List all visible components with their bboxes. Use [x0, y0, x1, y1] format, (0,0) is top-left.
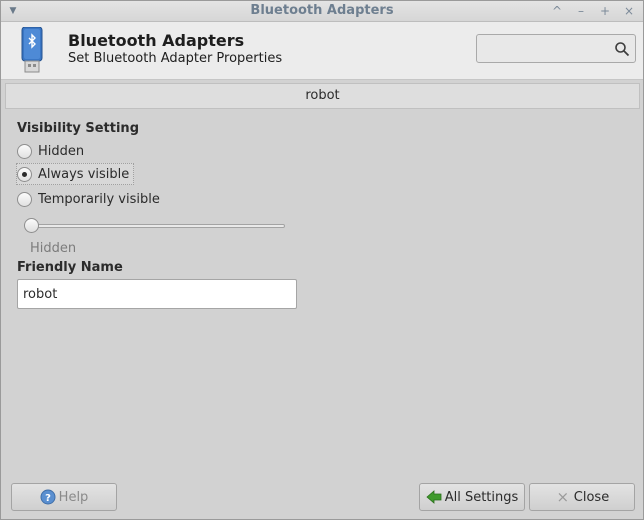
svg-text:?: ? — [45, 493, 51, 504]
back-arrow-icon — [426, 490, 442, 504]
search-input[interactable] — [476, 34, 636, 63]
header: Bluetooth Adapters Set Bluetooth Adapter… — [1, 22, 643, 80]
slider-value-label: Hidden — [30, 241, 77, 256]
friendly-name-field[interactable] — [17, 279, 297, 309]
title-bar: ▼ Bluetooth Adapters ^ – + × — [1, 1, 643, 22]
bluetooth-adapters-window: ▼ Bluetooth Adapters ^ – + × Bluetooth A… — [0, 0, 644, 520]
radio-label: Always visible — [38, 166, 130, 182]
radio-hidden[interactable] — [17, 143, 32, 159]
close-button[interactable]: × Close — [529, 483, 635, 511]
radio-temporarily-visible[interactable] — [17, 191, 32, 207]
help-button[interactable]: ? Help — [11, 483, 117, 511]
search-icon — [615, 42, 630, 57]
close-window-icon[interactable]: × — [623, 3, 635, 19]
radio-label: Hidden — [38, 143, 85, 159]
friendly-name-title: Friendly Name — [17, 260, 123, 275]
close-icon: × — [556, 488, 570, 506]
header-subtitle: Set Bluetooth Adapter Properties — [68, 51, 283, 66]
collapse-icon[interactable]: ^ — [551, 3, 563, 19]
radio-label: Temporarily visible — [38, 191, 160, 207]
friendly-name-input[interactable] — [18, 280, 296, 308]
visibility-option-always-visible[interactable]: Always visible — [16, 163, 135, 185]
minimize-icon[interactable]: – — [575, 3, 587, 19]
bluetooth-adapter-icon — [21, 27, 43, 73]
visibility-option-hidden[interactable]: Hidden — [17, 140, 84, 162]
header-title: Bluetooth Adapters — [68, 31, 245, 50]
visibility-option-temporarily-visible[interactable]: Temporarily visible — [17, 188, 160, 210]
window-controls: ^ – + × — [551, 3, 635, 19]
adapter-tab-bar: robot — [5, 83, 640, 109]
visibility-timeout-slider[interactable] — [23, 218, 287, 234]
tab-robot[interactable]: robot — [6, 88, 639, 103]
window-title: Bluetooth Adapters — [250, 3, 394, 18]
maximize-icon[interactable]: + — [599, 3, 611, 19]
all-settings-button[interactable]: All Settings — [419, 483, 525, 511]
help-icon: ? — [40, 489, 56, 505]
close-button-label: Close — [573, 489, 610, 505]
visibility-section-title: Visibility Setting — [17, 121, 139, 136]
help-button-label: Help — [58, 489, 89, 505]
slider-track[interactable] — [27, 224, 285, 228]
all-settings-button-label: All Settings — [444, 489, 519, 505]
radio-always-visible[interactable] — [17, 166, 32, 182]
slider-knob[interactable] — [24, 218, 39, 233]
